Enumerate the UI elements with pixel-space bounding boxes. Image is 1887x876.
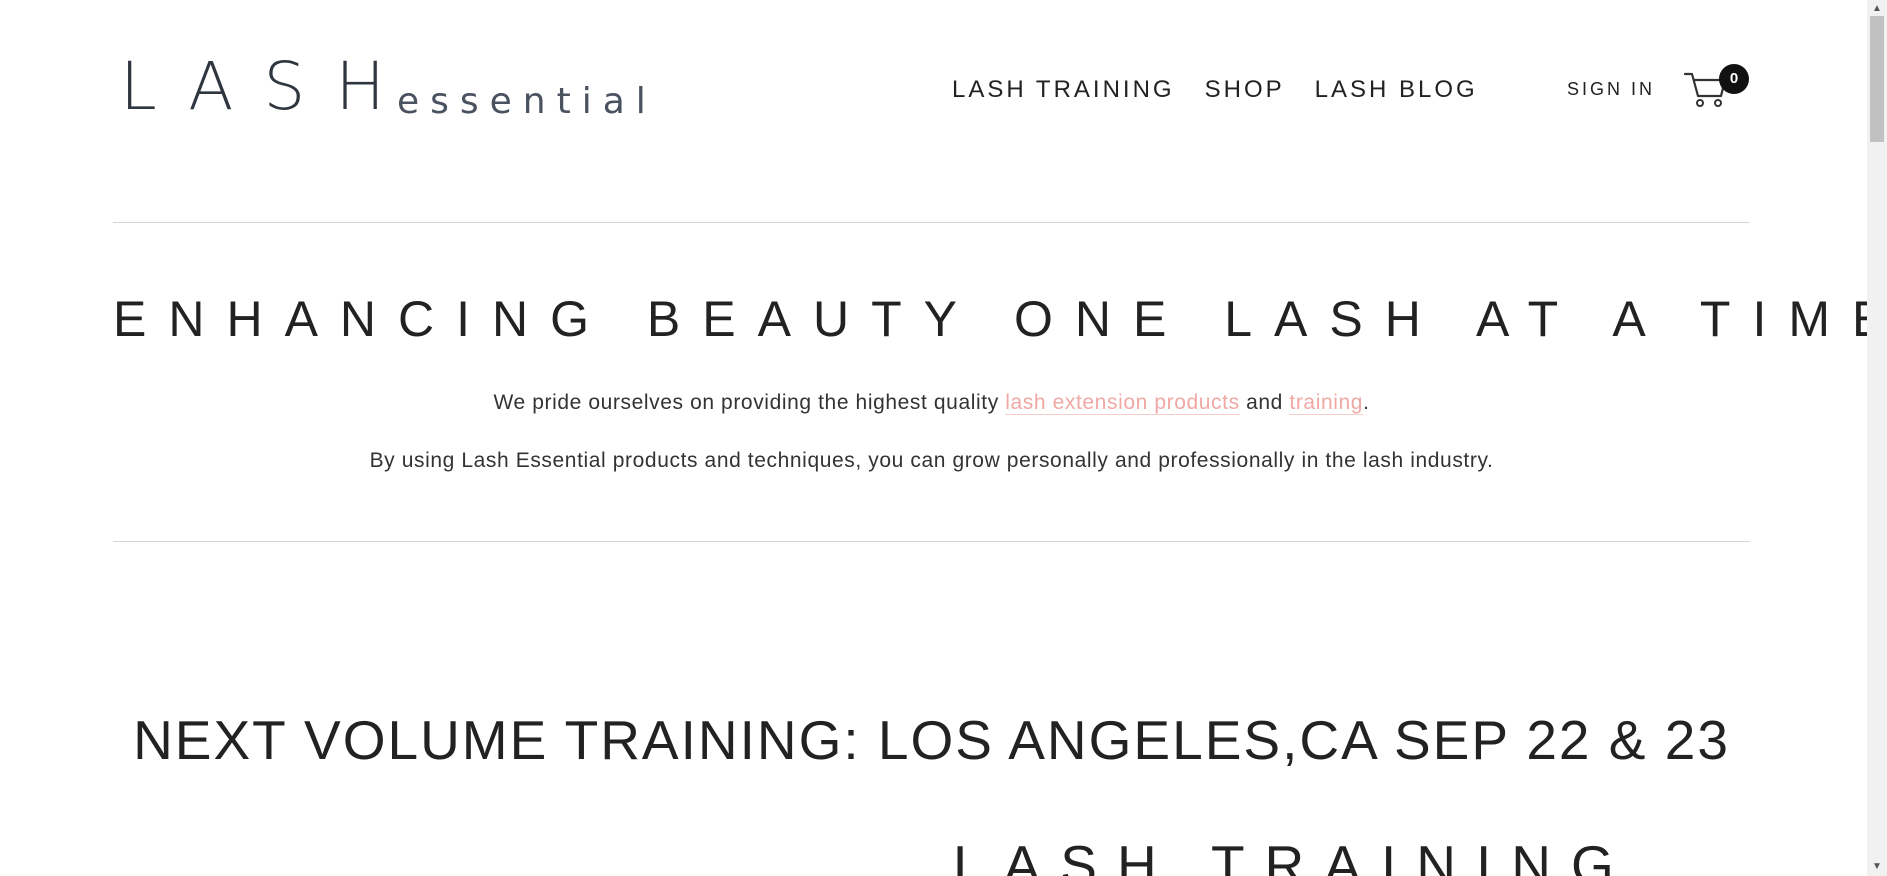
next-training-title: NEXT VOLUME TRAINING: LOS ANGELES,CA SEP… bbox=[133, 709, 1730, 771]
logo-sub-text: essential bbox=[396, 81, 657, 122]
scrollbar-thumb[interactable] bbox=[1870, 16, 1884, 142]
sign-in-link[interactable]: SIGN IN bbox=[1567, 79, 1655, 100]
page-scrollbar[interactable]: ▲ ▼ bbox=[1867, 0, 1887, 876]
scroll-up-arrow-icon[interactable]: ▲ bbox=[1872, 3, 1882, 14]
hero-line-2: By using Lash Essential products and tec… bbox=[369, 449, 1494, 472]
lash-extension-products-link[interactable]: lash extension products bbox=[1005, 391, 1240, 415]
cart-button[interactable]: 0 bbox=[1683, 64, 1753, 118]
hero-line-1-prefix: We pride ourselves on providing the high… bbox=[493, 391, 1006, 414]
main-nav: LASH TRAINING SHOP LASH BLOG bbox=[952, 76, 1508, 104]
hero-line-1-suffix: . bbox=[1363, 391, 1370, 414]
logo-main-text: LASH bbox=[120, 48, 415, 125]
hero-line-1-middle: and bbox=[1239, 391, 1290, 414]
training-link[interactable]: training bbox=[1289, 391, 1364, 415]
cart-count-badge: 0 bbox=[1719, 64, 1749, 94]
scroll-down-arrow-icon[interactable]: ▼ bbox=[1872, 861, 1882, 872]
site-header: LASHessential LASH TRAINING SHOP LASH BL… bbox=[0, 0, 1867, 180]
top-divider bbox=[113, 222, 1750, 223]
nav-lash-training[interactable]: LASH TRAINING bbox=[952, 76, 1175, 104]
bottom-divider bbox=[113, 541, 1750, 542]
hero-line-1: We pride ourselves on providing the high… bbox=[113, 391, 1750, 415]
page: LASHessential LASH TRAINING SHOP LASH BL… bbox=[0, 0, 1887, 876]
hero-title: ENHANCING BEAUTY ONE LASH AT A TIME bbox=[113, 291, 1887, 347]
nav-lash-blog[interactable]: LASH BLOG bbox=[1315, 76, 1478, 104]
lash-training-section-title: LASH TRAINING bbox=[953, 834, 1634, 876]
site-logo[interactable]: LASHessential bbox=[120, 52, 657, 122]
nav-shop[interactable]: SHOP bbox=[1205, 76, 1285, 104]
